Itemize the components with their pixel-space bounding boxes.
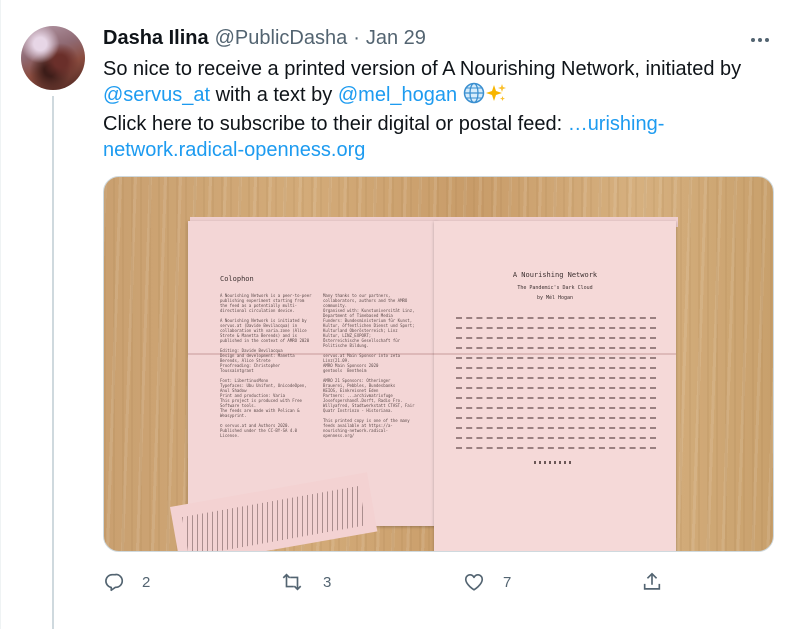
thread-line — [52, 96, 54, 629]
like-button[interactable]: 7 — [463, 568, 511, 596]
sparkles-emoji — [485, 82, 507, 111]
photo-left-page: Colophon A Nourishing Network is a peer-… — [188, 221, 438, 526]
like-count: 7 — [503, 573, 512, 591]
reply-button[interactable]: 2 — [103, 568, 150, 596]
user-handle[interactable]: @PublicDasha — [215, 27, 348, 50]
colophon-heading: Colophon — [220, 275, 254, 283]
photo-right-page: A Nourishing Network The Pandemic's Dark… — [434, 221, 676, 551]
photo-left-column-text: A Nourishing Network is a peer-to-peer p… — [220, 293, 312, 438]
globe-emoji — [463, 82, 485, 111]
tweet-header: Dasha Ilina @PublicDasha · Jan 29 — [103, 26, 426, 50]
retweet-icon — [282, 573, 302, 591]
more-icon — [751, 38, 769, 42]
tweet-text-part2: with a text by — [210, 84, 338, 106]
avatar[interactable] — [21, 26, 85, 90]
tweet-text: So nice to receive a printed version of … — [103, 56, 783, 163]
like-icon — [464, 574, 484, 591]
right-page-title: A Nourishing Network — [512, 271, 598, 279]
tweet[interactable]: Dasha Ilina @PublicDasha · Jan 29 So nic… — [0, 0, 800, 629]
display-name[interactable]: Dasha Ilina — [103, 27, 209, 50]
tweet-text-part1: So nice to receive a printed version of … — [103, 58, 742, 80]
retweet-count: 3 — [323, 573, 332, 591]
share-icon — [643, 572, 661, 590]
mention-mel-hogan[interactable]: @mel_hogan — [338, 84, 457, 106]
mention-servus-at[interactable]: @servus_at — [103, 84, 210, 106]
more-options-button[interactable] — [742, 30, 778, 50]
reply-count: 2 — [142, 573, 151, 591]
retweet-button[interactable]: 3 — [281, 568, 331, 596]
separator-dot: · — [353, 26, 360, 49]
right-page-byline: by Mél Hogan — [536, 295, 574, 301]
photo-middle-column-text: Many thanks to our partners, collaborato… — [323, 293, 415, 438]
tweet-photo[interactable]: Colophon A Nourishing Network is a peer-… — [103, 176, 774, 552]
share-button[interactable] — [641, 568, 663, 596]
tweet-actions: 2 3 7 — [103, 568, 663, 596]
tweet-date[interactable]: Jan 29 — [366, 27, 426, 50]
right-page-subtitle: The Pandemic's Dark Cloud — [517, 285, 593, 291]
tweet-text-part3: Click here to subscribe to their digital… — [103, 113, 568, 135]
column-border — [0, 0, 1, 629]
reply-icon — [105, 573, 124, 592]
